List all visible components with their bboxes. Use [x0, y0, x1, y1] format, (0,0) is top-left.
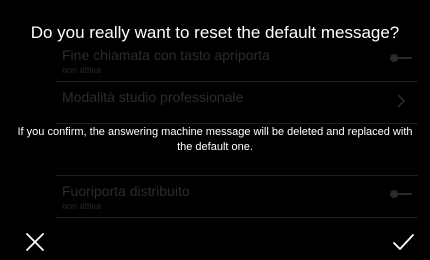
close-icon[interactable] [21, 228, 49, 256]
toggle-switch [390, 54, 412, 62]
setting-status: non attiva [62, 201, 102, 211]
setting-row-professional-studio-mode: Modalità studio professionale [56, 82, 418, 124]
chevron-right-icon [397, 94, 406, 108]
dialog-title: Do you really want to reset the default … [30, 23, 400, 42]
setting-title: Modalità studio professionale [62, 89, 244, 105]
toggle-switch [390, 190, 412, 198]
setting-row-distributed-door-station: Fuoriporta distribuito non attiva [56, 176, 418, 218]
setting-title: Fine chiamata con tasto apriporta [62, 47, 270, 63]
check-icon[interactable] [389, 228, 417, 256]
setting-row-end-call-door-key: Fine chiamata con tasto apriporta non at… [56, 40, 418, 82]
setting-status: non attiva [62, 65, 102, 75]
reset-message-dialog-screen: Fine chiamata con tasto apriporta non at… [0, 0, 430, 260]
dialog-message: If you confirm, the answering machine me… [17, 126, 413, 153]
setting-title: Fuoriporta distribuito [62, 183, 190, 199]
